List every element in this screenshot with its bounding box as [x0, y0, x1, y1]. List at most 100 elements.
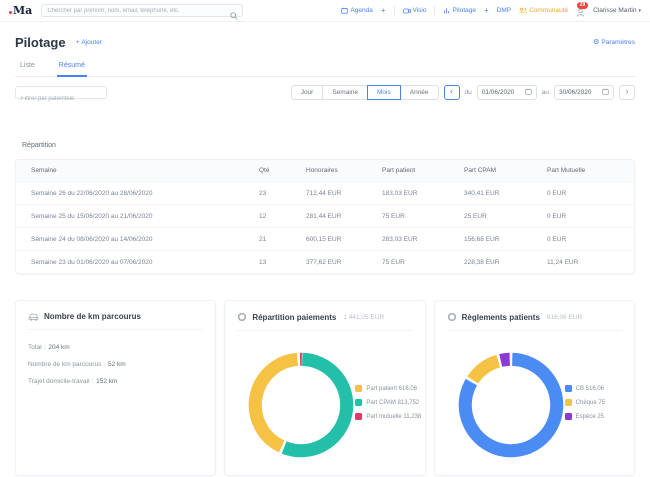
- cell-qte: 13: [259, 259, 306, 266]
- nav-communaute-label: Communauté: [529, 7, 568, 14]
- legend-swatch: [355, 385, 362, 392]
- paiements-card-header: Répartition paiements 1 441,05 EUR: [237, 312, 412, 331]
- chevron-down-icon: ▾: [638, 8, 641, 14]
- settings-link[interactable]: ⚙ Paramètres: [593, 39, 635, 46]
- search-icon: [230, 7, 238, 25]
- cell-part-cpam: 340,41 EUR: [464, 190, 547, 197]
- km-parcourus-value: 52 km: [108, 361, 126, 368]
- add-agenda-button[interactable]: +: [381, 7, 386, 15]
- add-button[interactable]: + Ajouter: [76, 39, 102, 46]
- chevron-right-icon: ›: [626, 87, 629, 96]
- notification-badge: 29: [577, 2, 588, 9]
- km-parcourus-label: Nombre de km parcourus :: [28, 361, 105, 368]
- tab-liste[interactable]: Liste: [18, 62, 37, 76]
- repartition-table: Semaine Qté Honoraires Part patient Part…: [15, 159, 635, 274]
- period-semaine-button[interactable]: Semaine: [322, 85, 368, 100]
- legend-label: Espèce 25: [576, 414, 604, 420]
- nav-communaute[interactable]: Communauté: [519, 7, 568, 14]
- km-domicile-label: Trajet domicile-travail :: [28, 378, 93, 385]
- cell-qte: 12: [259, 213, 306, 220]
- page-header: Pilotage + Ajouter ⚙ Paramètres: [15, 35, 635, 50]
- legend-item: Espèce 25: [565, 413, 605, 420]
- add-pilotage-button[interactable]: +: [484, 7, 489, 15]
- cell-part-mutuelle: 0 EUR: [547, 190, 634, 197]
- cell-part-cpam: 228,38 EUR: [464, 259, 547, 266]
- global-search: [41, 4, 243, 17]
- legend-label: Part CPAM 813,752: [366, 400, 419, 406]
- notifications-button[interactable]: 29: [576, 5, 585, 17]
- donut-chart-icon: [237, 312, 247, 322]
- km-total-label: Total :: [28, 344, 45, 351]
- legend-swatch: [565, 385, 572, 392]
- cell-part-patient: 183,03 EUR: [382, 190, 464, 197]
- cell-honoraires: 712,44 EUR: [306, 190, 382, 197]
- top-nav: Agenda + Visio Pilotage + DMP Communauté: [341, 5, 641, 17]
- legend-swatch: [565, 413, 572, 420]
- previous-period-button[interactable]: ‹: [444, 85, 460, 100]
- nav-agenda[interactable]: Agenda: [341, 7, 372, 14]
- nav-pilotage[interactable]: Pilotage: [443, 7, 476, 14]
- bar-chart-icon: [443, 7, 450, 14]
- logo-dot-icon: [9, 11, 12, 14]
- nav-dmp[interactable]: DMP: [497, 7, 511, 14]
- car-icon: [28, 312, 39, 321]
- date-from-label: du: [465, 89, 472, 96]
- table-row: Semaine 23 du 01/06/2020 au 07/06/2020 1…: [16, 250, 634, 273]
- col-honoraires: Honoraires: [306, 167, 382, 174]
- community-icon: [519, 7, 527, 14]
- period-mois-button[interactable]: Mois: [367, 85, 401, 100]
- cell-honoraires: 377,62 EUR: [306, 259, 382, 266]
- donut-chart-icon: [447, 312, 457, 322]
- search-input[interactable]: [42, 8, 242, 14]
- calendar-icon: [341, 7, 348, 14]
- reglements-total: 616,06 EUR: [547, 314, 582, 321]
- reglements-donut-chart: [455, 349, 567, 461]
- nav-dmp-label: DMP: [497, 7, 511, 14]
- date-to-picker: [554, 85, 614, 100]
- col-part-patient: Part patient: [382, 167, 464, 174]
- calendar-icon[interactable]: [602, 88, 609, 97]
- paiements-total: 1 441,05 EUR: [343, 314, 384, 321]
- tab-resume[interactable]: Résumé: [57, 62, 87, 77]
- next-period-button[interactable]: ›: [619, 85, 635, 100]
- legend-label: Part patient 616,06: [366, 386, 417, 392]
- table-row: Semaine 26 du 22/06/2020 au 28/06/2020 2…: [16, 181, 634, 204]
- user-menu[interactable]: Clarisse Martin ▾: [593, 7, 641, 14]
- summary-cards: Nombre de km parcourus Total : 204 km No…: [15, 300, 635, 476]
- period-jour-button[interactable]: Jour: [291, 85, 324, 100]
- col-part-cpam: Part CPAM: [464, 167, 547, 174]
- cell-part-cpam: 156,68 EUR: [464, 236, 547, 243]
- km-total-value: 204 km: [48, 344, 69, 351]
- date-from-input[interactable]: [482, 89, 522, 96]
- chevron-left-icon: ‹: [450, 87, 453, 96]
- legend-item: Part CPAM 813,752: [355, 399, 421, 406]
- period-annee-button[interactable]: Année: [400, 85, 439, 100]
- cell-honoraires: 600,15 EUR: [306, 236, 382, 243]
- filter-input[interactable]: [16, 94, 106, 105]
- user-notification-icon: [576, 8, 585, 17]
- cell-part-patient: 75 EUR: [382, 213, 464, 220]
- km-parcourus-row: Nombre de km parcourus : 52 km: [28, 361, 203, 368]
- col-part-mutuelle: Part Mutuelle: [547, 167, 634, 174]
- nav-visio[interactable]: Visio: [403, 7, 427, 14]
- cell-semaine: Semaine 24 du 08/06/2020 au 14/06/2020: [31, 236, 259, 243]
- reglements-legend: CB 516,06 Chèque 75 Espèce 25: [565, 385, 605, 420]
- patient-filter: [15, 86, 107, 99]
- cell-part-patient: 75 EUR: [382, 259, 464, 266]
- add-button-label: Ajouter: [81, 39, 102, 46]
- col-semaine: Semaine: [31, 167, 259, 174]
- table-row: Semaine 25 du 15/06/2020 au 21/06/2020 1…: [16, 204, 634, 227]
- legend-item: Chèque 75: [565, 399, 605, 406]
- date-to-input[interactable]: [559, 89, 599, 96]
- app-logo[interactable]: Ma: [9, 5, 32, 16]
- cell-part-cpam: 25 EUR: [464, 213, 547, 220]
- km-card-header: Nombre de km parcourus: [28, 312, 203, 330]
- cell-semaine: Semaine 26 du 22/06/2020 au 28/06/2020: [31, 190, 259, 197]
- tab-bar: Liste Résumé: [15, 62, 635, 77]
- table-header-row: Semaine Qté Honoraires Part patient Part…: [16, 160, 634, 181]
- cell-qte: 21: [259, 236, 306, 243]
- nav-agenda-label: Agenda: [350, 7, 372, 14]
- calendar-icon[interactable]: [525, 88, 532, 97]
- km-domicile-value: 152 km: [96, 378, 117, 385]
- reglements-card-title: Règlements patients: [462, 313, 540, 322]
